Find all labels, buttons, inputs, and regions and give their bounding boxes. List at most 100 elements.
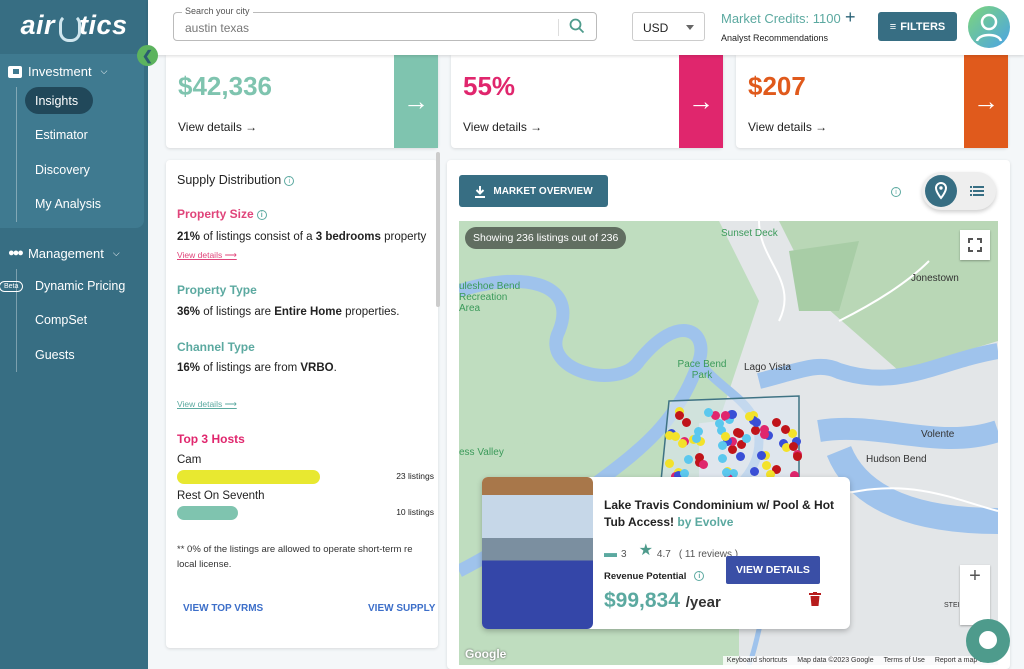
zoom-controls: +	[960, 565, 990, 625]
kpi-card-daily-rate: $207 View details → →	[736, 55, 1008, 148]
info-icon[interactable]: i	[256, 209, 267, 220]
property-size-view-details-link[interactable]: View details ⟶	[177, 250, 237, 261]
map-view-button[interactable]	[925, 175, 957, 207]
listing-marker[interactable]	[718, 440, 728, 450]
dropdown-arrow-icon	[686, 25, 694, 30]
listing-marker[interactable]	[761, 460, 771, 470]
view-top-vrms-button[interactable]: VIEW TOP VRMS	[183, 603, 263, 614]
user-icon	[975, 13, 1003, 42]
add-credits-icon[interactable]: +	[845, 7, 856, 28]
listing-marker[interactable]	[674, 410, 684, 420]
sidebar: air tics Investment ⌵ Insights Estimator …	[0, 0, 148, 669]
city-search-input[interactable]: Search your city austin texas	[173, 6, 597, 41]
host-name: Cam	[177, 454, 202, 466]
avatar[interactable]	[968, 6, 1010, 48]
search-value[interactable]: austin texas	[185, 21, 249, 35]
search-icon[interactable]	[568, 17, 586, 35]
filter-icon: ≡	[889, 20, 897, 33]
listing-title: Lake Travis Condominium w/ Pool & Hot Tu…	[604, 498, 835, 529]
info-icon[interactable]: i	[694, 571, 705, 582]
host-name: Rest On Seventh	[177, 490, 265, 502]
sidebar-item-insights[interactable]: Insights	[25, 87, 93, 114]
collapse-sidebar-button[interactable]: ❮	[137, 45, 158, 66]
divider	[558, 19, 559, 36]
host-count: 23 listings	[396, 471, 434, 481]
view-details-link[interactable]: View details →	[178, 120, 257, 134]
topbar: Search your city austin texas USD Market…	[148, 0, 1024, 55]
fullscreen-icon	[968, 238, 982, 252]
listing-marker[interactable]	[703, 408, 713, 418]
analyst-recommendations-link[interactable]: Analyst Recommendations	[721, 33, 828, 43]
listing-marker[interactable]	[760, 429, 770, 439]
sidebar-item-guests[interactable]: Guests	[25, 338, 148, 373]
map-label: Volente	[921, 429, 955, 440]
map-label: Pace Bend Park	[677, 359, 727, 381]
listing-marker[interactable]	[780, 424, 790, 434]
listing-marker[interactable]	[727, 445, 737, 455]
listing-photo[interactable]	[482, 477, 593, 629]
logo[interactable]: air tics	[0, 0, 148, 50]
sidebar-item-discovery[interactable]: Discovery	[25, 153, 144, 188]
listing-marker[interactable]	[751, 425, 761, 435]
list-view-icon[interactable]	[970, 185, 984, 197]
listing-marker[interactable]	[681, 417, 691, 427]
view-details-link[interactable]: View details →	[463, 120, 542, 134]
view-toggle[interactable]	[922, 172, 996, 210]
arrow-right-icon[interactable]: →	[679, 55, 723, 148]
view-supply-button[interactable]: VIEW SUPPLY	[368, 603, 435, 614]
chat-bubble-icon[interactable]	[966, 619, 1010, 663]
view-details-button[interactable]: VIEW DETAILS	[726, 556, 820, 584]
listing-marker[interactable]	[732, 428, 742, 438]
map[interactable]: Showing 236 listings out of 236 Sunset D…	[459, 221, 998, 665]
bed-icon: ▬	[604, 545, 617, 560]
sidebar-item-estimator[interactable]: Estimator	[25, 118, 144, 153]
fullscreen-button[interactable]	[960, 230, 990, 260]
currency-select[interactable]: USD	[632, 12, 705, 41]
listing-marker[interactable]	[714, 418, 724, 428]
listing-marker[interactable]	[721, 467, 731, 477]
listing-marker[interactable]	[749, 466, 759, 476]
listing-marker[interactable]	[788, 442, 798, 451]
star-icon: ★	[638, 542, 653, 559]
zoom-in-button[interactable]: +	[960, 565, 990, 588]
listing-popup-card[interactable]: Lake Travis Condominium w/ Pool & Hot Tu…	[482, 477, 850, 629]
arrow-right-icon[interactable]: →	[394, 55, 438, 148]
info-icon[interactable]: i	[891, 187, 901, 197]
download-icon	[475, 185, 486, 198]
search-label: Search your city	[182, 6, 253, 16]
trash-icon[interactable]	[809, 592, 821, 606]
listing-marker[interactable]	[670, 431, 680, 441]
host-count: 10 listings	[396, 507, 434, 517]
listing-marker[interactable]	[665, 458, 675, 468]
listing-marker[interactable]	[788, 428, 798, 438]
listing-marker[interactable]	[771, 417, 781, 427]
management-group: ●●● Management ⌵ Beta Dynamic Pricing Co…	[0, 228, 148, 373]
map-label: Lago Vista	[744, 362, 792, 373]
channel-type-view-details-link[interactable]: View details ⟶	[177, 399, 237, 410]
listing-marker[interactable]	[717, 453, 727, 463]
location-pin-icon	[934, 181, 948, 200]
market-overview-button[interactable]: MARKET OVERVIEW	[459, 175, 608, 207]
listing-marker[interactable]	[736, 451, 746, 461]
sidebar-item-investment[interactable]: Investment ⌵	[0, 60, 144, 83]
filters-button[interactable]: ≡ FILTERS	[878, 12, 957, 41]
listing-marker[interactable]	[751, 417, 761, 427]
revenue-potential-value: $99,834 /year	[604, 589, 721, 612]
listing-marker[interactable]	[693, 426, 703, 436]
channel-type-text: 16% of listings are from VRBO.	[177, 362, 337, 374]
listing-marker[interactable]	[757, 450, 767, 460]
wallet-icon	[8, 65, 22, 78]
sidebar-item-dynamic-pricing[interactable]: Dynamic Pricing	[25, 269, 148, 304]
map-label: ess Valley	[459, 447, 504, 458]
arrow-right-icon[interactable]: →	[964, 55, 1008, 148]
listing-marker[interactable]	[699, 459, 709, 469]
view-details-link[interactable]: View details →	[748, 120, 827, 134]
sidebar-item-my-analysis[interactable]: My Analysis	[25, 187, 144, 222]
listing-marker[interactable]	[792, 452, 802, 462]
info-icon[interactable]: i	[284, 175, 295, 186]
scrollbar[interactable]	[436, 152, 440, 307]
sidebar-item-management[interactable]: ●●● Management ⌵	[0, 242, 148, 265]
logo-icon	[56, 10, 81, 42]
listings-count-badge: Showing 236 listings out of 236	[465, 227, 627, 249]
sidebar-item-compset[interactable]: CompSet	[25, 303, 148, 338]
